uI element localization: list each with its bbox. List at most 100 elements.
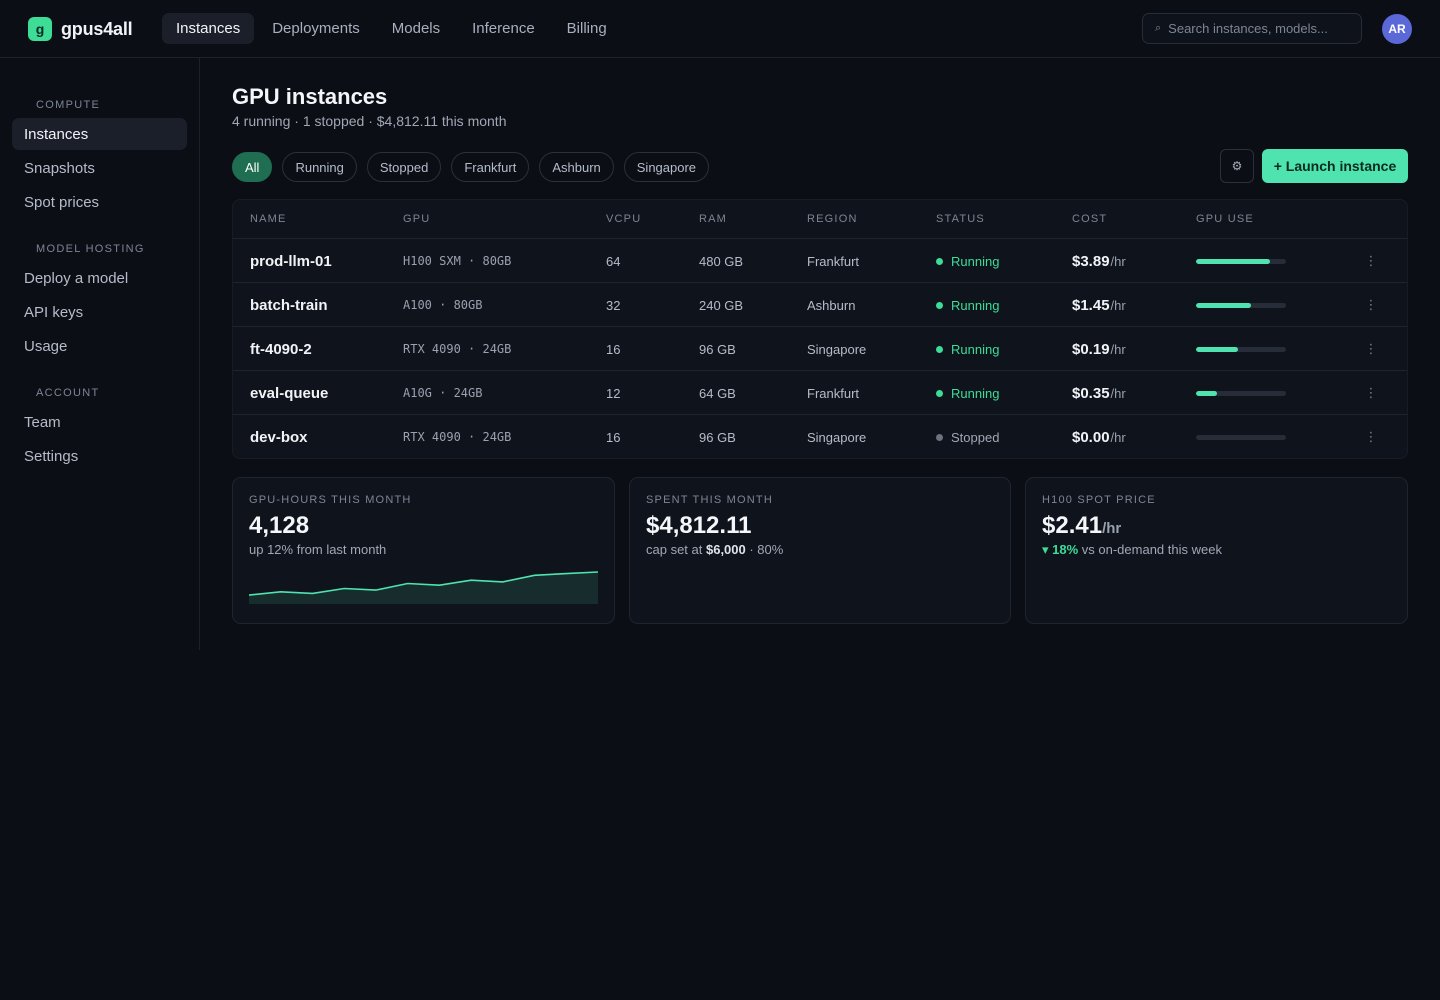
instance-name[interactable]: ft-4090-2 [250,327,312,371]
search-input[interactable]: ⌕ Search instances, models... [1142,13,1362,44]
gpu-use-bar [1196,283,1286,327]
more-menu-icon[interactable]: ⋮ [1363,283,1379,327]
filter-ashburn[interactable]: Ashburn [539,152,614,182]
instances-table: NAME GPU VCPU RAM REGION STATUS COST GPU… [232,199,1408,459]
launch-instance-button[interactable]: + Launch instance [1262,149,1408,183]
card-spot-price: H100 SPOT PRICE $2.41/hr ▾ 18% vs on-dem… [1025,477,1408,624]
instance-name[interactable]: eval-queue [250,371,328,415]
avatar[interactable]: AR [1382,14,1412,44]
sidebar-item-spot-prices[interactable]: Spot prices [12,186,187,218]
more-menu-icon[interactable]: ⋮ [1363,415,1379,458]
cap-suffix: · 80% [745,542,784,557]
sidebar-section-model-hosting: MODEL HOSTING [36,243,145,255]
instance-vcpu: 64 [606,253,621,269]
cost-unit: /hr [1110,429,1126,445]
cap-amount: $6,000 [705,542,746,557]
instance-vcpu: 32 [606,297,621,313]
search-placeholder: Search instances, models... [1168,21,1328,36]
status-dot-icon [936,433,943,441]
settings-button[interactable]: ⚙ [1220,149,1254,183]
table-row[interactable]: ft-4090-2 RTX 4090 · 24GB 16 96 GB Singa… [233,327,1407,371]
sidebar-item-team[interactable]: Team [12,406,187,438]
table-row[interactable]: prod-llm-01 H100 SXM · 80GB 64 480 GB Fr… [233,239,1407,283]
filter-frankfurt[interactable]: Frankfurt [451,152,530,182]
sidebar-item-deploy-model[interactable]: Deploy a model [12,262,187,294]
instance-region: Frankfurt [807,385,860,401]
instance-cost: $0.00/hr [1072,415,1126,458]
table-row[interactable]: eval-queue A10G · 24GB 12 64 GB Frankfur… [233,371,1407,415]
cost-amount: $0.00 [1072,428,1110,446]
instance-name[interactable]: prod-llm-01 [250,239,332,283]
filter-chips: All Running Stopped Frankfurt Ashburn Si… [232,152,710,182]
cap-prefix: cap set at [646,542,706,557]
brand[interactable]: g gpus4all [28,17,133,41]
instance-name[interactable]: dev-box [250,415,308,458]
col-region[interactable]: REGION [807,213,858,225]
cost-unit: /hr [1110,385,1126,401]
status-badge: Running [936,239,999,283]
nav-instances[interactable]: Instances [162,13,255,44]
card-value: 4,128 [249,512,310,539]
top-bar: g gpus4all Instances Deployments Models … [0,0,1440,58]
more-menu-icon[interactable]: ⋮ [1363,327,1379,371]
card-spent: SPENT THIS MONTH $4,812.11 cap set at $6… [629,477,1011,624]
sidebar-item-api-keys[interactable]: API keys [12,296,187,328]
instance-gpu: RTX 4090 · 24GB [403,342,512,356]
search-icon: ⌕ [1155,22,1162,34]
nav-deployments[interactable]: Deployments [258,13,374,44]
table-row[interactable]: batch-train A100 · 80GB 32 240 GB Ashbur… [233,283,1407,327]
instance-gpu: A10G · 24GB [403,386,483,400]
spot-delta-note: vs on-demand this week [1078,542,1222,557]
col-cost[interactable]: COST [1072,213,1107,225]
filter-running[interactable]: Running [282,152,357,182]
gpu-use-track [1196,302,1286,308]
more-menu-icon[interactable]: ⋮ [1363,371,1379,415]
filter-all[interactable]: All [232,152,273,182]
card-label: H100 SPOT PRICE [1042,494,1156,506]
col-gpu[interactable]: GPU [403,213,430,225]
spot-unit: /hr [1102,520,1122,537]
status-text: Stopped [951,429,1000,445]
card-gpu-hours: GPU-HOURS THIS MONTH 4,128 up 12% from l… [232,477,615,624]
col-status[interactable]: STATUS [936,213,985,225]
nav-billing[interactable]: Billing [553,13,621,44]
sidebar-item-usage[interactable]: Usage [12,330,187,362]
top-nav: Instances Deployments Models Inference B… [162,13,621,44]
sidebar-item-instances[interactable]: Instances [12,118,187,150]
instance-gpu: RTX 4090 · 24GB [403,430,512,444]
instance-vcpu: 16 [606,341,621,357]
nav-inference[interactable]: Inference [458,13,549,44]
instance-ram: 96 GB [699,341,736,357]
instance-cost: $1.45/hr [1072,283,1126,327]
instance-name[interactable]: batch-train [250,283,328,327]
status-text: Running [951,385,1000,401]
col-name[interactable]: NAME [250,213,287,225]
gpu-use-bar [1196,371,1286,415]
filter-stopped[interactable]: Stopped [366,152,442,182]
more-menu-icon[interactable]: ⋮ [1363,239,1379,283]
filter-singapore[interactable]: Singapore [623,152,710,182]
col-gpu-use[interactable]: GPU USE [1196,213,1254,225]
cost-amount: $1.45 [1072,296,1110,314]
instance-vcpu: 12 [606,385,621,401]
spot-delta: ▾ 18% [1042,542,1079,557]
table-row[interactable]: dev-box RTX 4090 · 24GB 16 96 GB Singapo… [233,415,1407,458]
sidebar-item-snapshots[interactable]: Snapshots [12,152,187,184]
sidebar-item-settings[interactable]: Settings [12,440,187,472]
instance-region: Frankfurt [807,253,860,269]
cost-unit: /hr [1110,341,1126,357]
gpu-use-track [1196,434,1286,440]
nav-models[interactable]: Models [378,13,454,44]
status-dot-icon [936,389,943,397]
status-badge: Stopped [936,415,1000,458]
gpu-use-bar [1196,415,1286,458]
gpu-use-fill [1196,258,1270,264]
instance-cost: $0.19/hr [1072,327,1126,371]
instance-ram: 96 GB [699,429,736,445]
status-badge: Running [936,371,999,415]
page-subtitle: 4 running · 1 stopped · $4,812.11 this m… [232,113,507,129]
col-ram[interactable]: RAM [699,213,727,225]
cost-unit: /hr [1110,297,1126,313]
summary-cards: GPU-HOURS THIS MONTH 4,128 up 12% from l… [232,477,1408,624]
col-vcpu[interactable]: VCPU [606,213,641,225]
